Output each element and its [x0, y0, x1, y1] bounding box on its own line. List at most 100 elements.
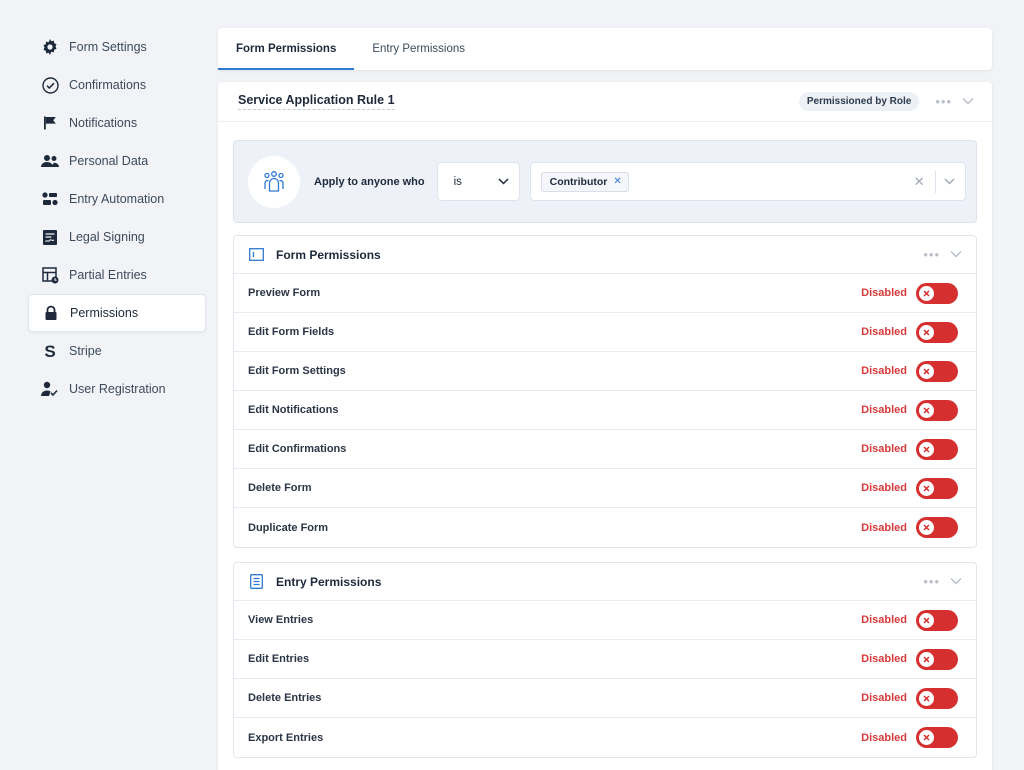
permission-status: Disabled [861, 482, 907, 494]
entries-icon [248, 574, 264, 590]
section-title: Entry Permissions [276, 574, 382, 589]
permission-toggle[interactable] [916, 477, 958, 499]
permission-name: Export Entries [248, 731, 324, 744]
remove-tag-icon[interactable]: ✕ [613, 176, 621, 187]
automation-icon [41, 190, 59, 208]
sidebar-item-label: Legal Signing [69, 230, 145, 244]
x-icon [919, 285, 934, 301]
permission-toggle[interactable] [916, 360, 958, 382]
section-title: Form Permissions [276, 247, 381, 262]
rule-panel: Service Application Rule 1 Permissioned … [218, 82, 992, 770]
sidebar-item-label: Notifications [69, 116, 138, 130]
x-icon [919, 651, 934, 667]
tab-form-permissions[interactable]: Form Permissions [218, 28, 355, 70]
clear-selection-icon[interactable]: ✕ [914, 174, 925, 190]
permission-status: Disabled [861, 326, 907, 338]
permission-status: Disabled [861, 692, 907, 704]
rule-title[interactable]: Service Application Rule 1 [238, 93, 395, 110]
group-icon [248, 155, 300, 208]
x-icon [919, 363, 934, 379]
section-more-options-icon[interactable]: ••• [923, 247, 940, 262]
permission-name: Edit Form Fields [248, 326, 335, 338]
operator-value: is [453, 175, 462, 188]
sidebar-item-legal-signing[interactable]: Legal Signing [28, 218, 206, 256]
permission-row-view-entries: View Entries Disabled [234, 601, 976, 640]
permission-toggle[interactable] [916, 399, 958, 421]
sidebar-item-label: Permissions [70, 306, 139, 320]
sidebar-item-stripe[interactable]: S Stripe [28, 332, 206, 370]
sidebar-item-confirmations[interactable]: Confirmations [28, 66, 206, 104]
x-icon [919, 520, 934, 535]
permission-toggle[interactable] [916, 517, 958, 538]
permission-toggle[interactable] [916, 727, 958, 748]
tab-bar: Form Permissions Entry Permissions [218, 28, 992, 70]
svg-text:S: S [44, 342, 55, 360]
sidebar-item-label: Personal Data [69, 154, 149, 168]
rule-condition: Apply to anyone who is Contributor ✕ ✕ [233, 140, 977, 223]
users-icon [41, 152, 59, 170]
permission-toggle[interactable] [916, 321, 958, 343]
rule-more-options-icon[interactable]: ••• [935, 94, 952, 109]
sidebar-item-personal-data[interactable]: Personal Data [28, 142, 206, 180]
permission-row-delete-form: Delete Form Disabled [234, 469, 976, 508]
role-tag-label: Contributor [549, 175, 608, 188]
permission-status: Disabled [861, 287, 907, 299]
gear-icon [41, 38, 59, 56]
check-circle-icon [41, 76, 59, 94]
tab-entry-permissions[interactable]: Entry Permissions [354, 28, 483, 70]
sidebar-item-label: Entry Automation [69, 192, 165, 206]
sidebar-item-form-settings[interactable]: Form Settings [28, 28, 206, 66]
permission-row-edit-confirmations: Edit Confirmations Disabled [234, 430, 976, 469]
section-more-options-icon[interactable]: ••• [923, 574, 940, 589]
table-icon [41, 266, 59, 284]
entry-permissions-header: Entry Permissions ••• [234, 563, 976, 601]
sidebar-item-entry-automation[interactable]: Entry Automation [28, 180, 206, 218]
role-multiselect[interactable]: Contributor ✕ ✕ [529, 162, 966, 201]
entry-permissions-section: Entry Permissions ••• View Entries Disab… [233, 562, 977, 758]
stripe-icon: S [41, 342, 59, 360]
section-collapse-chevron-icon[interactable] [950, 249, 962, 261]
condition-label: Apply to anyone who [314, 175, 425, 188]
flag-icon [41, 114, 59, 132]
x-icon [919, 480, 934, 496]
sidebar-item-notifications[interactable]: Notifications [28, 104, 206, 142]
permission-toggle[interactable] [916, 609, 958, 631]
permission-status: Disabled [861, 521, 907, 534]
sidebar-item-partial-entries[interactable]: Partial Entries [28, 256, 206, 294]
permission-name: Edit Entries [248, 653, 310, 665]
operator-select[interactable]: is [436, 162, 520, 201]
sidebar-item-label: Partial Entries [69, 268, 147, 282]
section-collapse-chevron-icon[interactable] [950, 576, 962, 588]
sidebar-item-user-registration[interactable]: User Registration [28, 370, 206, 408]
sidebar-item-label: Form Settings [69, 40, 147, 54]
permission-toggle[interactable] [916, 687, 958, 709]
permission-toggle[interactable] [916, 282, 958, 304]
permission-row-delete-entries: Delete Entries Disabled [234, 679, 976, 718]
permission-row-duplicate-form: Duplicate Form Disabled [234, 508, 976, 547]
sidebar-item-label: Confirmations [69, 78, 147, 92]
permission-name: Duplicate Form [248, 521, 329, 534]
permission-toggle[interactable] [916, 648, 958, 670]
form-permissions-header: Form Permissions ••• [234, 236, 976, 274]
permission-status: Disabled [861, 365, 907, 377]
permission-row-edit-form-settings: Edit Form Settings Disabled [234, 352, 976, 391]
permission-status: Disabled [861, 614, 907, 626]
rule-collapse-chevron-icon[interactable] [962, 96, 974, 108]
sidebar-item-label: User Registration [69, 382, 166, 396]
divider [934, 170, 936, 193]
sidebar-item-label: Stripe [69, 344, 102, 358]
permission-toggle[interactable] [916, 438, 958, 460]
sidebar-item-permissions[interactable]: Permissions [28, 294, 206, 332]
x-icon [919, 441, 934, 457]
permission-name: Edit Notifications [248, 404, 339, 416]
chevron-down-icon[interactable] [944, 176, 955, 188]
x-icon [919, 612, 934, 628]
role-tag: Contributor ✕ [540, 171, 629, 192]
permission-row-edit-entries: Edit Entries Disabled [234, 640, 976, 679]
x-icon [919, 402, 934, 418]
permission-name: Delete Entries [248, 692, 322, 704]
permission-row-preview-form: Preview Form Disabled [234, 274, 976, 313]
rule-header: Service Application Rule 1 Permissioned … [218, 82, 992, 122]
permission-status: Disabled [861, 731, 907, 744]
user-check-icon [41, 380, 59, 398]
